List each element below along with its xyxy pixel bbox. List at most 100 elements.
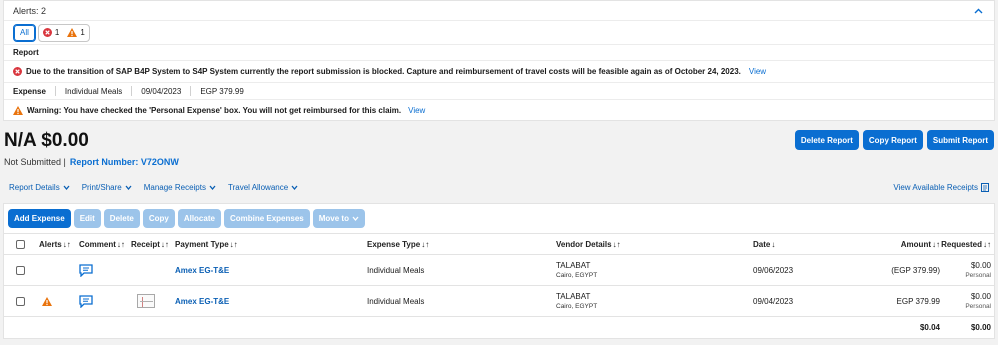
expense-toolbar: Add Expense Edit Delete Copy Allocate Co… bbox=[4, 204, 994, 234]
column-vendor-details[interactable]: Vendor Details ↓↑ bbox=[554, 240, 751, 249]
column-comment-label: Comment bbox=[79, 239, 116, 249]
alerts-panel: Alerts: 2 All 1 1 Report Due to the tran… bbox=[3, 0, 995, 121]
column-amount[interactable]: Amount ↓↑ bbox=[859, 240, 944, 249]
alerts-title: Alerts: 2 bbox=[13, 5, 47, 16]
filter-all-button[interactable]: All bbox=[13, 23, 36, 42]
sort-icon: ↓↑ bbox=[229, 239, 238, 249]
table-row[interactable]: Amex EG-T&E Individual Meals TALABAT Cai… bbox=[4, 286, 994, 317]
menu-print-share-label: Print/Share bbox=[81, 182, 122, 192]
filter-counts: 1 1 bbox=[37, 23, 90, 42]
error-message: Due to the transition of SAP B4P System … bbox=[26, 67, 741, 76]
table-totals-row: $0.04 $0.00 bbox=[4, 317, 994, 337]
comment-icon[interactable] bbox=[79, 294, 93, 308]
alerts-header[interactable]: Alerts: 2 bbox=[4, 1, 994, 21]
warning-icon bbox=[67, 28, 78, 37]
comment-icon[interactable] bbox=[79, 263, 93, 277]
sort-descending-icon: ↓ bbox=[771, 239, 776, 249]
warning-count: 1 bbox=[80, 28, 85, 37]
warning-message: Warning: You have checked the 'Personal … bbox=[27, 105, 402, 115]
menu-travel-allowance[interactable]: Travel Allowance bbox=[228, 183, 298, 192]
payment-type-link[interactable]: Amex EG-T&E bbox=[175, 297, 229, 306]
receipt-thumbnail[interactable] bbox=[137, 294, 155, 308]
select-all-checkbox[interactable] bbox=[15, 239, 25, 249]
delete-report-button[interactable]: Delete Report bbox=[794, 130, 859, 150]
move-to-button[interactable]: Move to bbox=[312, 209, 365, 228]
filter-warning-button[interactable]: 1 bbox=[67, 28, 85, 37]
menu-travel-allowance-label: Travel Allowance bbox=[227, 182, 289, 192]
vendor-location: Cairo, EGYPT bbox=[556, 272, 598, 279]
expense-alert-context: Expense Individual Meals 09/04/2023 EGP … bbox=[4, 83, 994, 100]
column-payment-type[interactable]: Payment Type ↓↑ bbox=[173, 240, 365, 249]
column-vendor-label: Vendor Details bbox=[556, 239, 612, 249]
requested-cell: $0.00 bbox=[970, 292, 991, 301]
chevron-down-icon bbox=[63, 185, 70, 190]
receipts-icon bbox=[981, 182, 989, 192]
column-amount-label: Amount bbox=[900, 239, 931, 249]
sort-icon: ↓↑ bbox=[116, 239, 125, 249]
view-available-receipts-link[interactable]: View Available Receipts bbox=[893, 182, 989, 192]
copy-button[interactable]: Copy bbox=[142, 209, 175, 228]
menu-report-details-label: Report Details bbox=[9, 182, 60, 192]
column-comment[interactable]: Comment ↓↑ bbox=[75, 240, 128, 249]
payment-type-link[interactable]: Amex EG-T&E bbox=[175, 266, 229, 275]
column-payment-type-label: Payment Type bbox=[175, 239, 229, 249]
expense-type-cell: Individual Meals bbox=[367, 265, 425, 275]
chevron-down-icon bbox=[209, 185, 216, 190]
combine-expenses-button[interactable]: Combine Expenses bbox=[223, 209, 310, 228]
sort-icon: ↓↑ bbox=[62, 239, 71, 249]
error-view-link[interactable]: View bbox=[749, 67, 766, 76]
error-icon bbox=[13, 67, 22, 76]
date-cell: 09/04/2023 bbox=[753, 296, 794, 306]
requested-cell: $0.00 bbox=[970, 261, 991, 270]
view-receipts-label: View Available Receipts bbox=[893, 182, 978, 192]
chevron-down-icon bbox=[291, 185, 298, 190]
warning-icon bbox=[13, 105, 23, 115]
column-requested[interactable]: Requested ↓↑ bbox=[941, 239, 994, 249]
report-number[interactable]: Report Number: V72ONW bbox=[70, 157, 179, 167]
total-amount: $0.04 bbox=[919, 322, 940, 332]
menu-report-details[interactable]: Report Details bbox=[9, 183, 70, 192]
sort-icon: ↓↑ bbox=[612, 239, 621, 249]
report-menu-bar: Report Details Print/Share Manage Receip… bbox=[3, 177, 995, 197]
sort-icon: ↓↑ bbox=[932, 239, 940, 249]
sort-icon: ↓↑ bbox=[160, 239, 169, 249]
column-date-label: Date bbox=[753, 239, 771, 249]
chevron-down-icon bbox=[125, 185, 132, 190]
copy-report-button[interactable]: Copy Report bbox=[862, 130, 923, 150]
chevron-up-icon[interactable] bbox=[971, 4, 985, 18]
amount-cell: (EGP 379.99) bbox=[891, 265, 940, 275]
filter-error-button[interactable]: 1 bbox=[42, 28, 60, 37]
column-receipt-label: Receipt bbox=[131, 239, 160, 249]
alert-filters: All 1 1 bbox=[4, 21, 994, 45]
column-alerts[interactable]: Alerts ↓↑ bbox=[36, 240, 75, 249]
expense-amount: EGP 379.99 bbox=[200, 86, 244, 96]
menu-manage-receipts[interactable]: Manage Receipts bbox=[144, 183, 216, 192]
total-requested: $0.00 bbox=[970, 322, 991, 332]
warning-icon[interactable] bbox=[42, 296, 52, 306]
menu-print-share[interactable]: Print/Share bbox=[82, 183, 132, 192]
warning-view-link[interactable]: View bbox=[408, 106, 425, 115]
report-status: Not Submitted | bbox=[4, 157, 66, 167]
column-expense-type[interactable]: Expense Type ↓↑ bbox=[365, 240, 554, 249]
submit-report-button[interactable]: Submit Report bbox=[926, 130, 994, 150]
edit-button[interactable]: Edit bbox=[73, 209, 101, 228]
delete-button[interactable]: Delete bbox=[103, 209, 140, 228]
expense-warning-alert: Warning: You have checked the 'Personal … bbox=[4, 100, 994, 120]
table-row[interactable]: Amex EG-T&E Individual Meals TALABAT Cai… bbox=[4, 255, 994, 286]
alerts-report-label: Report bbox=[4, 45, 994, 61]
row-checkbox[interactable] bbox=[15, 296, 25, 306]
chevron-down-icon bbox=[352, 216, 359, 221]
sort-icon: ↓↑ bbox=[421, 239, 430, 249]
expense-date: 09/04/2023 bbox=[141, 86, 182, 96]
error-count: 1 bbox=[54, 28, 60, 37]
expense-type-cell: Individual Meals bbox=[367, 296, 425, 306]
move-to-label: Move to bbox=[318, 214, 349, 223]
column-expense-type-label: Expense Type bbox=[367, 239, 421, 249]
add-expense-button[interactable]: Add Expense bbox=[8, 209, 71, 228]
column-receipt[interactable]: Receipt ↓↑ bbox=[128, 240, 173, 249]
row-checkbox[interactable] bbox=[15, 265, 25, 275]
allocate-button[interactable]: Allocate bbox=[177, 209, 221, 228]
report-status-line: Not Submitted | Report Number: V72ONW bbox=[4, 157, 179, 167]
sort-icon: ↓↑ bbox=[983, 239, 991, 249]
column-date[interactable]: Date ↓ bbox=[751, 240, 859, 249]
